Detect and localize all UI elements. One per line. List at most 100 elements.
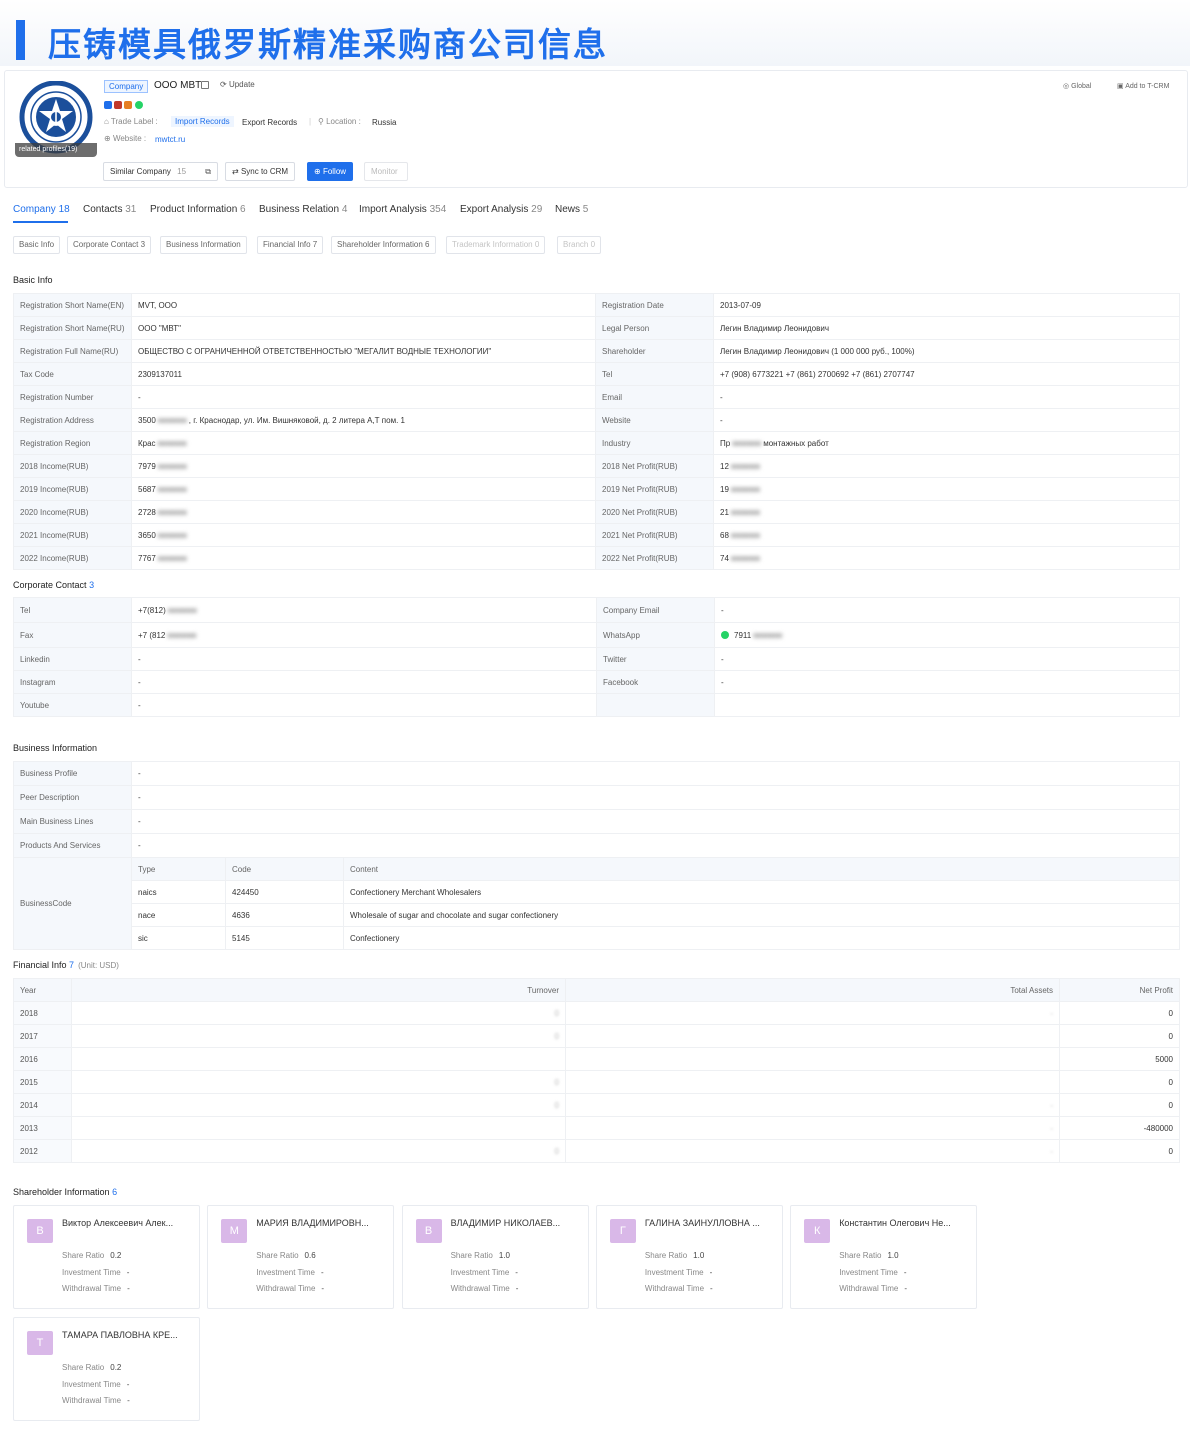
col-net-profit: Net Profit — [1059, 978, 1180, 1002]
business-label: Products And Services — [13, 833, 132, 858]
withdrawal-time: Withdrawal Time - — [839, 1284, 907, 1293]
shareholder-card[interactable]: В Виктор Алексеевич Алек... Share Ratio 0.2… — [13, 1205, 200, 1309]
financial-row: 2014 0-0 — [13, 1093, 1180, 1117]
tab-export-analysis[interactable]: Export Analysis 29 — [460, 204, 542, 215]
shareholder-name[interactable]: Виктор Алексеевич Алек... — [62, 1218, 187, 1228]
similar-company-button[interactable]: Similar Company 15 ⧉ — [103, 162, 218, 181]
investment-time: Investment Time - — [62, 1268, 130, 1277]
location-label: ⚲ Location : — [318, 117, 361, 126]
field-label: Registration Short Name(RU) — [13, 316, 132, 340]
follow-button[interactable]: ⊕ Follow — [307, 162, 354, 181]
shareholder-card[interactable]: В ВЛАДИМИР НИКОЛАЕВ... Share Ratio 1.0 Inves… — [401, 1205, 589, 1309]
redacted-text: ■■■■■■ — [730, 484, 760, 494]
website-link[interactable]: mwtct.ru — [155, 135, 185, 144]
field-value: 68 ■■■■■■ — [713, 523, 1180, 547]
whatsapp-icon[interactable] — [134, 100, 143, 109]
share-ratio: Share Ratio 0.2 — [62, 1251, 122, 1260]
code-cell: Confectionery Merchant Wholesalers — [343, 880, 1180, 904]
financial-cell: 0 — [1059, 1093, 1180, 1117]
active-tab-indicator — [13, 221, 68, 223]
basic-info-row: 2021 Income(RUB) 3650 ■■■■■■ 2021 Net Profi… — [13, 523, 1180, 547]
add-crm-button[interactable]: ▣ Add to T-CRM — [1117, 82, 1169, 90]
monitor-button[interactable]: Monitor — [364, 162, 408, 181]
copy-icon[interactable] — [201, 81, 209, 89]
field-label: 2021 Net Profit(RUB) — [595, 523, 714, 547]
export-records-link[interactable]: Export Records — [242, 118, 297, 127]
basic-info-title: Basic Info — [13, 275, 53, 285]
col-year: Year — [13, 978, 72, 1002]
investment-time: Investment Time - — [450, 1268, 518, 1277]
contact-value: +7 (812 ■■■■■■ — [131, 622, 597, 648]
field-label: Tax Code — [13, 362, 132, 386]
logo-caption: related profiles(19) — [15, 143, 97, 157]
share-ratio: Share Ratio 1.0 — [839, 1251, 899, 1260]
financial-info-title: Financial Info 7 (Unit: USD) — [13, 960, 119, 970]
field-value: MVT, OOO — [131, 293, 596, 317]
tab-import-analysis[interactable]: Import Analysis 354 — [359, 204, 446, 215]
subtab-branch: Branch 0 — [557, 236, 602, 254]
tab-product-information[interactable]: Product Information 6 — [150, 204, 246, 215]
subtab-business-information[interactable]: Business Information — [160, 236, 247, 254]
financial-cell: 0 — [71, 1093, 566, 1117]
basic-info-row: 2019 Income(RUB) 5687 ■■■■■■ 2019 Net Profi… — [13, 477, 1180, 501]
shareholder-card[interactable]: К Константин Олегович Не... Share Ratio 1.0… — [790, 1205, 978, 1309]
shareholder-name[interactable]: МАРИЯ ВЛАДИМИРОВН... — [256, 1218, 381, 1228]
business-row: Peer Description - — [13, 785, 1180, 810]
code-cell: 424450 — [225, 880, 344, 904]
shareholder-name[interactable]: Константин Олегович Не... — [839, 1218, 964, 1228]
financial-cell: - — [565, 1001, 1060, 1025]
phone-icon[interactable] — [124, 100, 133, 109]
contact-value: 7911 ■■■■■■ — [714, 622, 1180, 648]
avatar: В — [415, 1219, 442, 1243]
withdrawal-time: Withdrawal Time - — [62, 1284, 130, 1293]
share-ratio: Share Ratio 0.6 — [256, 1251, 316, 1260]
business-label: Peer Description — [13, 785, 132, 810]
basic-info-row: 2018 Income(RUB) 7979 ■■■■■■ 2018 Net Profi… — [13, 454, 1180, 478]
global-button[interactable]: ◎ Global — [1063, 82, 1091, 90]
financial-row: 2015 0 0 — [13, 1070, 1180, 1094]
field-value: ООО "МВТ" — [131, 316, 596, 340]
investment-time: Investment Time - — [644, 1268, 713, 1277]
code-row: sic 5145 Confectionery — [14, 926, 1180, 950]
shareholder-card[interactable]: Т ТАМАРА ПАВЛОВНА КРЕ... Share Ratio 0.2 Inv… — [13, 1317, 200, 1421]
financial-year: 2018 — [13, 1001, 72, 1025]
import-records-link[interactable]: Import Records — [171, 116, 234, 127]
tab-company[interactable]: Company 18 — [13, 204, 70, 215]
mail-icon[interactable] — [114, 100, 123, 109]
redacted-text: ■■■■■■ — [730, 553, 760, 563]
financial-row: 2018 0-0 — [13, 1001, 1180, 1025]
shareholder-name[interactable]: ГАЛИНА ЗАИНУЛЛОВНА ... — [645, 1218, 770, 1228]
tab-business-relation[interactable]: Business Relation 4 — [259, 204, 347, 215]
financial-cell: - — [565, 1093, 1060, 1117]
financial-row: 2017 0 0 — [13, 1024, 1180, 1048]
global-icon: ◎ — [1063, 83, 1072, 90]
financial-cell: 5000 — [1059, 1047, 1180, 1071]
tab-news[interactable]: News 5 — [555, 204, 588, 215]
shareholder-name[interactable]: ВЛАДИМИР НИКОЛАЕВ... — [451, 1218, 576, 1228]
subtab-basic-info[interactable]: Basic Info — [13, 236, 61, 254]
basic-info-row: Registration Short Name(RU) ООО "МВТ" Lega… — [13, 316, 1180, 340]
subtab-financial-info[interactable]: Financial Info 7 — [257, 236, 324, 254]
code-cell: 5145 — [225, 926, 344, 950]
shareholder-name[interactable]: ТАМАРА ПАВЛОВНА КРЕ... — [62, 1330, 187, 1340]
corporate-contact-title: Corporate Contact 3 — [13, 580, 95, 590]
update-button[interactable]: ⟳ Update — [220, 80, 255, 89]
tab-contacts[interactable]: Contacts 31 — [83, 204, 136, 215]
sync-crm-button[interactable]: ⇄ Sync to CRM — [225, 162, 296, 181]
company-logo[interactable]: related profiles(19) — [15, 81, 97, 157]
financial-row: 2013 - -480000 — [13, 1116, 1180, 1140]
banner: 压铸模具俄罗斯精准采购商公司信息 — [0, 0, 1190, 66]
basic-info-table: Registration Short Name(EN) MVT, OOO Regis… — [13, 293, 1180, 570]
whatsapp-icon[interactable] — [721, 631, 729, 640]
subtab-shareholder-information[interactable]: Shareholder Information 6 — [331, 236, 436, 254]
subtab-corporate-contact[interactable]: Corporate Contact 3 — [67, 236, 152, 254]
field-value: +7 (908) 6773221 +7 (861) 2700692 +7 (86… — [713, 362, 1180, 386]
compare-icon: ⧉ — [205, 167, 211, 176]
field-label: 2019 Net Profit(RUB) — [595, 477, 714, 501]
shareholder-card[interactable]: Г ГАЛИНА ЗАИНУЛЛОВНА ... Share Ratio 1.0 Inv… — [595, 1205, 783, 1309]
shareholder-card[interactable]: М МАРИЯ ВЛАДИМИРОВН... Share Ratio 0.6 Inves… — [207, 1205, 395, 1309]
field-label: Registration Number — [13, 385, 132, 409]
linkedin-icon[interactable] — [104, 100, 112, 109]
globe-icon: ⊕ — [104, 134, 113, 143]
contact-label: Twitter — [596, 647, 715, 671]
